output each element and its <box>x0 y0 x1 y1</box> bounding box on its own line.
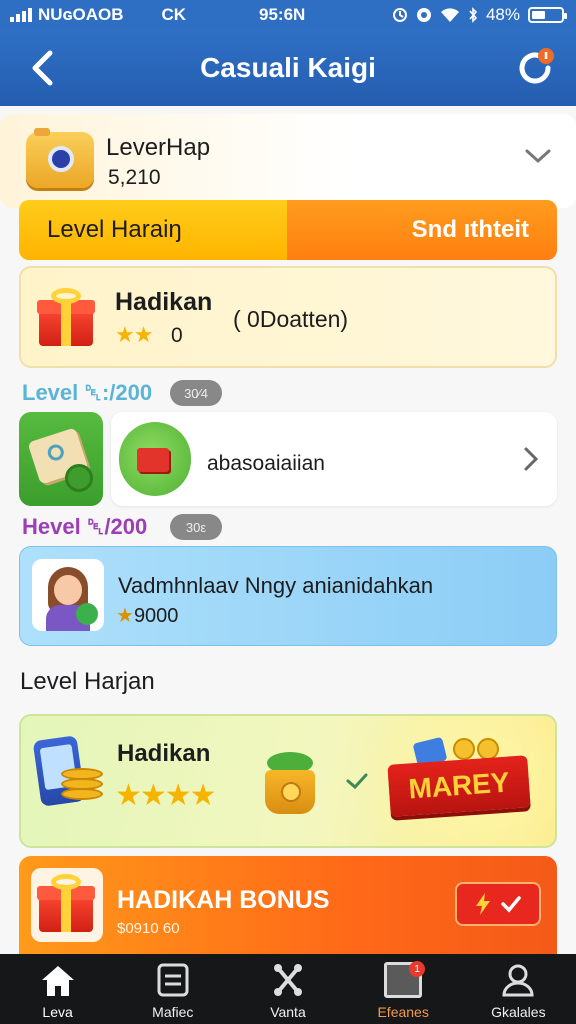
notification-badge: 1 <box>409 961 426 977</box>
coin-icon <box>453 738 475 760</box>
bonus-card-sub: $0910 60 <box>117 920 180 937</box>
player-card[interactable]: Vadmhnlaav Nngy anianidahkan ★9000 <box>19 546 557 646</box>
level-summary-row[interactable]: LeverHap 5,210 <box>0 114 576 208</box>
summary-title: LeverHap <box>106 134 211 161</box>
profile-icon <box>502 964 534 997</box>
chest-icon <box>119 422 191 496</box>
nav-item-frames[interactable]: 1 Efeanes <box>346 954 461 1024</box>
signal-icon <box>10 8 32 22</box>
coin-stack-icon <box>61 768 103 804</box>
money-pot-icon <box>261 752 319 814</box>
carrier-name: NUɢOAOB <box>38 5 124 24</box>
player-card-value: 9000 <box>133 605 179 627</box>
level-pill-2: 30ε <box>170 514 222 540</box>
clock: 95:6N <box>259 5 306 24</box>
segment-tabs: Level Haraiŋ Snd ıthteit <box>19 200 557 260</box>
level-label-1: Level ␡:/200 <box>22 380 153 405</box>
gift-card[interactable]: Hadikan ★★ 0 ( 0Doatten) <box>19 266 557 368</box>
reward-card[interactable]: Hadikan ★★★★ MAREY <box>19 714 557 848</box>
bluetooth-icon <box>469 7 478 23</box>
bonus-card-name: HADIKAH BONUS <box>117 886 330 914</box>
tab-level[interactable]: Level Haraiŋ <box>19 200 287 260</box>
app-header: Casuali Kaigi <box>0 30 576 118</box>
refresh-button[interactable] <box>514 46 558 90</box>
status-bar: NUɢOAOB CK 95:6N 48% <box>0 0 576 30</box>
section-title: Level Harjan <box>20 668 155 695</box>
gift-card-note: ( 0Doatten) <box>233 306 349 332</box>
location-icon <box>416 8 431 22</box>
main-content: LeverHap 5,210 Level Haraiŋ Snd ıthteit … <box>0 106 576 954</box>
camera-icon <box>26 128 94 188</box>
map-tile[interactable] <box>19 412 103 506</box>
nav-item-games[interactable]: Vanta <box>230 954 345 1024</box>
bottom-nav: Leva Mafiec Vanta 1 Efeanes Gkalales <box>0 954 576 1024</box>
nav-label: Vanta <box>270 1004 306 1020</box>
check-icon <box>501 896 521 913</box>
nav-item-profile[interactable]: Gkalales <box>461 954 576 1024</box>
nav-label: Efeanes <box>377 1004 429 1020</box>
nav-label: Leva <box>42 1004 73 1020</box>
reward-banner: MAREY <box>387 755 531 817</box>
gift-icon <box>37 288 95 348</box>
battery-percent: 48% <box>485 5 520 24</box>
avatar <box>32 559 104 631</box>
list-item-name: abasoaiaiian <box>207 452 325 475</box>
level-label-2: Hevel ␡/200 <box>22 514 148 539</box>
gift-icon <box>37 874 95 934</box>
star-rating: ★★ <box>115 322 153 347</box>
back-button[interactable] <box>22 48 62 88</box>
app-screen: NUɢOAOB CK 95:6N 48% Casuali Kaigi Lever… <box>0 0 576 1024</box>
nav-label: Mafiec <box>152 1004 194 1020</box>
gift-tile <box>31 868 103 942</box>
page-title: Casuali Kaigi <box>200 52 376 83</box>
claim-bonus-button[interactable] <box>455 882 541 926</box>
star-rating: ★★★★ <box>115 779 217 812</box>
wifi-icon <box>440 8 459 22</box>
check-icon <box>346 773 368 790</box>
star-icon: ★ <box>116 605 134 627</box>
summary-value: 5,210 <box>108 166 161 189</box>
network-label: CK <box>161 5 187 24</box>
nav-item-home[interactable]: Leva <box>0 954 115 1024</box>
chevron-left-icon <box>32 50 53 86</box>
home-icon <box>41 966 74 996</box>
tab-second[interactable]: Snd ıthteit <box>287 200 557 260</box>
reward-card-name: Hadikan <box>117 740 211 767</box>
list-item[interactable]: abasoaiaiian <box>111 412 557 506</box>
battery-icon <box>528 7 567 23</box>
player-card-name: Vadmhnlaav Nngy anianidahkan <box>118 573 434 598</box>
gift-card-name: Hadikan <box>115 288 213 316</box>
coin-icon <box>65 464 93 492</box>
picture-icon: 1 <box>384 961 426 998</box>
gamepad-icon <box>273 964 302 996</box>
gift-card-count: 0 <box>171 324 183 347</box>
alarm-icon <box>392 8 407 22</box>
chevron-down-icon[interactable] <box>524 146 552 166</box>
lightning-icon <box>476 893 490 915</box>
bonus-card[interactable]: HADIKAH BONUS $0910 60 <box>19 856 557 954</box>
nav-label: Gkalales <box>491 1004 546 1020</box>
player-card-score: ★9000 <box>116 603 178 628</box>
list-icon <box>157 963 189 997</box>
level-pill-1: 30⁄4 <box>170 380 222 406</box>
refresh-icon <box>519 48 554 84</box>
nav-item-list[interactable]: Mafiec <box>115 954 230 1024</box>
chevron-right-icon <box>524 447 539 471</box>
